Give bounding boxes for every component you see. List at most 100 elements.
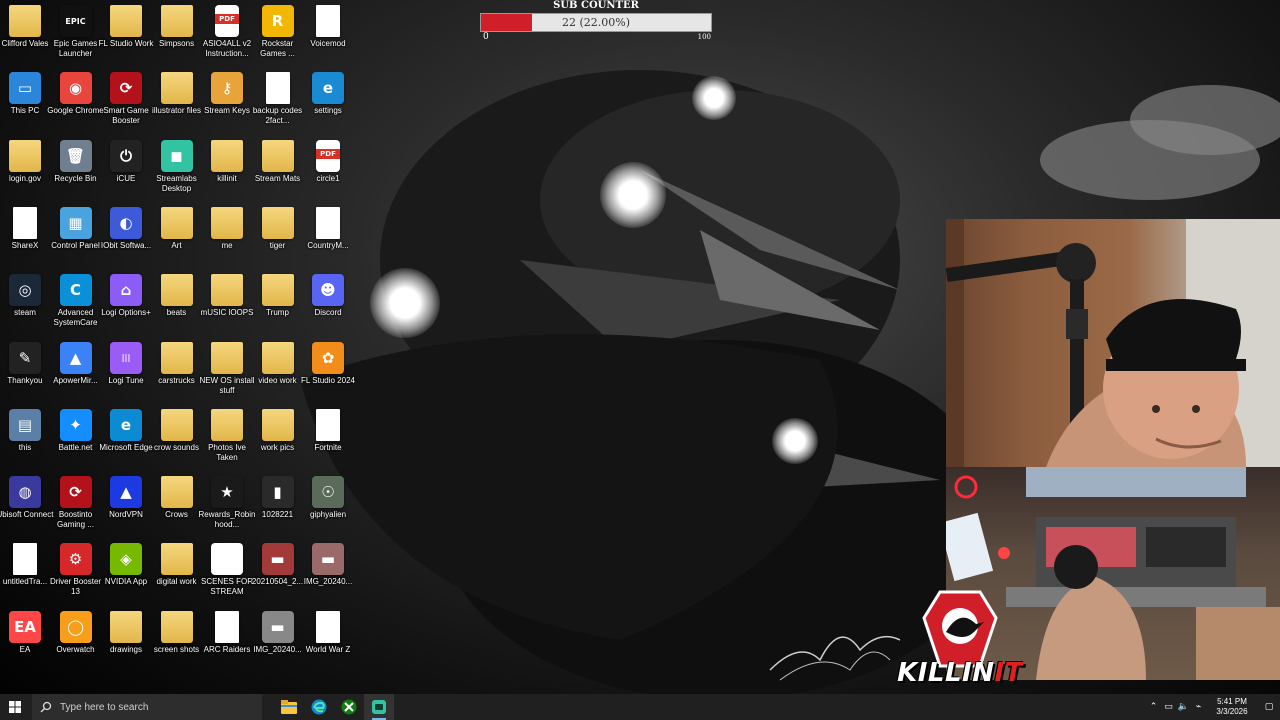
- taskbar-clock[interactable]: 5:41 PM 3/3/2026: [1210, 697, 1254, 717]
- stream-logo: KILLINIT: [880, 588, 1040, 688]
- desktop-icon[interactable]: CountryM...: [299, 206, 357, 251]
- desktop-icon-label: Smart Game Booster: [103, 106, 149, 126]
- app-icon: ✎: [9, 341, 41, 374]
- desktop-icon[interactable]: ✦ Battle.net: [47, 408, 105, 453]
- taskbar-search[interactable]: [32, 694, 262, 720]
- desktop-icon[interactable]: Simpsons: [148, 5, 206, 49]
- app-icon: ◍: [9, 476, 41, 509]
- desktop-icon[interactable]: Stream Mats: [249, 139, 307, 184]
- desktop-icon[interactable]: ☉ giphyalien: [299, 476, 357, 520]
- xbox-icon: [341, 699, 357, 715]
- desktop-icon[interactable]: killinit: [198, 139, 256, 184]
- desktop-icon[interactable]: ⟳ Smart Game Booster: [97, 72, 155, 126]
- desktop-icon[interactable]: ▬ IMG_20240...: [299, 543, 357, 587]
- desktop-icon-label: Rockstar Games ...: [260, 39, 295, 58]
- app-icon: |||: [110, 341, 142, 374]
- desktop-icon[interactable]: Voicemod: [299, 5, 357, 49]
- desktop-icon[interactable]: ◈ NVIDIA App: [97, 543, 155, 587]
- folder-icon: [110, 610, 142, 643]
- desktop-icon[interactable]: ▬ 20210504_2...: [249, 543, 307, 587]
- desktop-icon[interactable]: ◐ IObit Softwa...: [97, 206, 155, 251]
- folder-icon: [160, 543, 193, 576]
- taskbar-xbox[interactable]: [334, 694, 364, 720]
- desktop-icon[interactable]: me: [198, 206, 256, 251]
- desktop-icon[interactable]: FL Studio Work: [97, 5, 155, 49]
- desktop-icon[interactable]: mUSIC lOOPS: [198, 274, 256, 318]
- start-button[interactable]: [0, 694, 30, 720]
- desktop-icon[interactable]: C Advanced SystemCare: [47, 274, 105, 328]
- desktop-icon[interactable]: ◉ Google Chrome: [47, 72, 105, 116]
- sub-counter-max: 100: [697, 33, 711, 41]
- desktop-icon[interactable]: 🗑 Recycle Bin: [47, 139, 105, 184]
- desktop-icon[interactable]: ⚷ Stream Keys: [198, 72, 256, 116]
- desktop-icon[interactable]: ▬ IMG_20240...: [249, 610, 307, 655]
- search-input[interactable]: [58, 700, 252, 714]
- desktop-icon[interactable]: crow sounds: [148, 408, 206, 453]
- windows-logo-icon: [9, 701, 21, 713]
- desktop-icon[interactable]: circle1: [299, 139, 357, 184]
- desktop-icon[interactable]: Photos Ive Taken: [198, 408, 256, 463]
- desktop-icon-label: Art: [171, 240, 182, 250]
- desktop-icon[interactable]: carstrucks: [148, 341, 206, 386]
- desktop-icon-label: Overwatch: [56, 644, 95, 654]
- folder-icon: [160, 274, 193, 307]
- desktop-icon-label: settings: [314, 106, 342, 116]
- action-center-icon[interactable]: ▢: [1258, 694, 1280, 720]
- desktop-icon[interactable]: ▲ NordVPN: [97, 476, 155, 520]
- desktop-icon[interactable]: ⟳ Boostinto Gaming ...: [47, 476, 105, 530]
- desktop-icon[interactable]: ⌂ Logi Options+: [97, 274, 155, 318]
- desktop-icon[interactable]: ▮ 1028221: [249, 476, 307, 520]
- taskbar-file-explorer[interactable]: [274, 694, 304, 720]
- app-icon: ▲: [59, 341, 92, 374]
- desktop-icon-label: illustrator files: [152, 106, 201, 116]
- desktop-icon[interactable]: ▦ Control Panel: [47, 206, 105, 251]
- desktop-icon-label: Trump: [266, 308, 289, 318]
- desktop-icon[interactable]: ⚙ Driver Booster 13: [47, 543, 105, 597]
- desktop-icon[interactable]: digital work: [148, 543, 206, 587]
- desktop-icon[interactable]: e settings: [299, 72, 357, 116]
- taskbar-edge[interactable]: [304, 694, 334, 720]
- desktop-icon[interactable]: ☻ Discord: [299, 274, 357, 318]
- app-icon: ▦: [211, 543, 243, 576]
- desktop-icon[interactable]: EPIC Epic Games Launcher: [47, 5, 105, 59]
- desktop-icon[interactable]: World War Z: [299, 610, 357, 655]
- network-icon[interactable]: ▭: [1161, 694, 1176, 720]
- desktop-icon-label: SCENES FOR STREAM: [200, 577, 253, 597]
- desktop-icon[interactable]: illustrator files: [148, 72, 206, 116]
- desktop-icon[interactable]: ★ Rewards_Robinhood...: [198, 476, 256, 530]
- app-icon: 🗑: [59, 139, 92, 172]
- desktop-icon-label: Microsoft Edge: [99, 442, 153, 452]
- desktop-icon[interactable]: Crows: [148, 476, 206, 520]
- desktop-icon[interactable]: ✿ FL Studio 2024: [299, 341, 357, 386]
- desktop-icon[interactable]: drawings: [97, 610, 155, 655]
- desktop-icon[interactable]: ▦ SCENES FOR STREAM: [198, 543, 256, 597]
- taskbar-streamlabs[interactable]: [364, 694, 394, 720]
- glowing-eye-4: [772, 418, 818, 464]
- desktop-icon[interactable]: screen shots: [148, 610, 206, 655]
- tray-chevron-up-icon[interactable]: ⌃: [1146, 694, 1161, 720]
- desktop-icon[interactable]: ⏻ iCUE: [97, 139, 155, 184]
- desktop-icon[interactable]: Trump: [249, 274, 307, 318]
- desktop-icon[interactable]: video work: [249, 341, 307, 386]
- desktop-icon[interactable]: NEW OS install stuff: [198, 341, 256, 396]
- desktop-icon[interactable]: ◼ Streamlabs Desktop: [148, 139, 206, 194]
- desktop-icon[interactable]: tiger: [249, 206, 307, 251]
- volume-icon[interactable]: 🔈: [1176, 694, 1191, 720]
- desktop-icon-label: Epic Games Launcher: [53, 39, 98, 58]
- desktop-icon[interactable]: ▲ ApowerMir...: [47, 341, 105, 386]
- desktop-icon[interactable]: Fortnite: [299, 408, 357, 453]
- desktop-icon-label: Stream Keys: [204, 106, 250, 116]
- notifications-bell-icon[interactable]: ⌁: [1191, 694, 1206, 720]
- desktop-icon[interactable]: ARC Raiders: [198, 610, 256, 655]
- desktop-icon[interactable]: beats: [148, 274, 206, 318]
- desktop-icon[interactable]: ASIO4ALL v2 Instruction...: [198, 5, 256, 59]
- desktop-icon[interactable]: Art: [148, 206, 206, 251]
- desktop-icon[interactable]: ||| Logi Tune: [97, 341, 155, 386]
- folder-icon: [160, 476, 193, 509]
- desktop-icon-label: killinit: [217, 173, 237, 183]
- desktop-icon[interactable]: backup codes 2fact...: [249, 72, 307, 126]
- desktop-icon[interactable]: e Microsoft Edge: [97, 408, 155, 453]
- desktop-icon[interactable]: ◯ Overwatch: [47, 610, 105, 655]
- desktop-icon[interactable]: work pics: [249, 408, 307, 453]
- desktop-icon[interactable]: R Rockstar Games ...: [249, 5, 307, 59]
